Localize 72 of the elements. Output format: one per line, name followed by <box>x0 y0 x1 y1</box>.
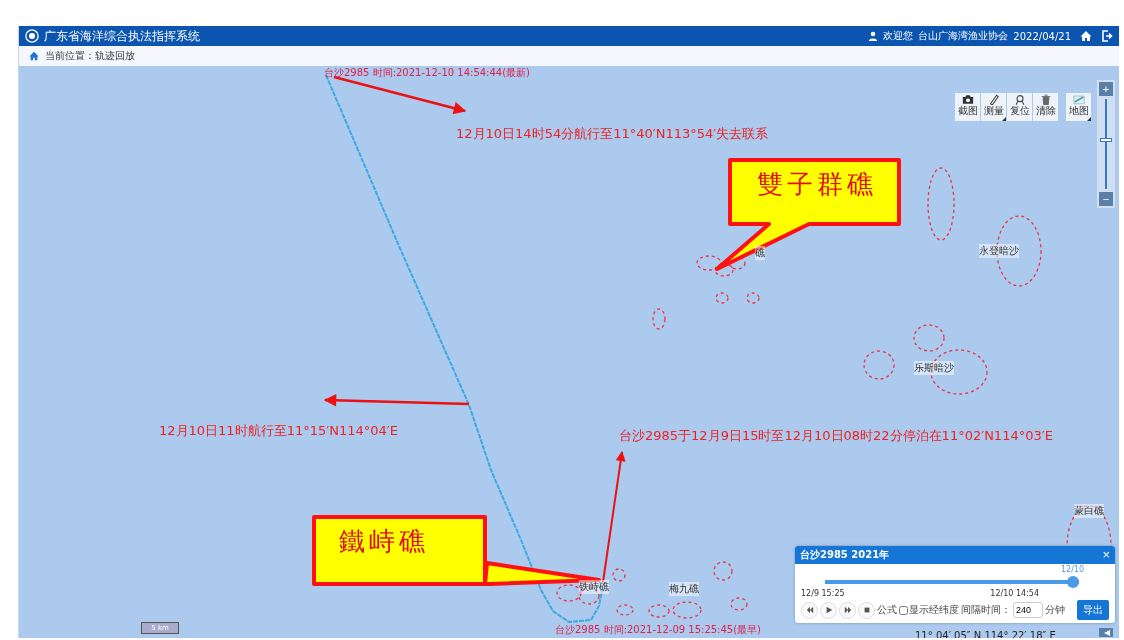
annotation-text: 12月10日11时航行至11°15′N114°04′E <box>159 422 398 440</box>
triangle-icon <box>1102 629 1110 636</box>
trash-icon <box>1039 94 1052 105</box>
camera-icon <box>961 94 974 105</box>
home-icon[interactable] <box>29 51 39 61</box>
reef-label: 蒙白礁 <box>1074 504 1104 518</box>
pin-icon <box>1013 94 1026 105</box>
fast-forward-icon <box>843 606 852 614</box>
close-button[interactable]: × <box>1102 549 1110 561</box>
clear-tool-button[interactable]: 清除 <box>1033 93 1058 121</box>
ruler-icon <box>987 94 1000 105</box>
measure-tool-button[interactable]: 测量 <box>981 93 1006 121</box>
map-icon <box>1072 94 1085 105</box>
annotation-text: 台沙2985于12月9日15时至12月10日08时22分停泊在11°02′N114°03′E <box>619 427 1053 445</box>
reef-outline <box>672 601 702 619</box>
reef-outline <box>616 604 634 616</box>
reef-outline <box>652 308 666 330</box>
reef-label: 礁 <box>755 246 765 260</box>
timeline-thumb[interactable] <box>1067 576 1079 588</box>
annotation-text: 12月10日14时54分航行至11°40′N113°54′失去联系 <box>456 125 769 143</box>
app-title: 广东省海洋综合执法指挥系统 <box>44 27 200 45</box>
reef-outline <box>648 604 670 618</box>
breadcrumb-text: 当前位置：轨迹回放 <box>45 49 135 63</box>
stop-icon <box>862 606 871 614</box>
reef-label: 永登暗沙 <box>979 244 1019 258</box>
welcome-text: 欢迎您 <box>883 29 914 43</box>
reef-outline <box>714 263 734 277</box>
user-icon <box>868 31 879 41</box>
reef-outline <box>696 255 722 271</box>
rewind-icon <box>805 606 814 614</box>
panel-title: 台沙2985 2021年 <box>800 548 890 562</box>
zoom-slider[interactable] <box>1100 99 1112 189</box>
callout-text: 鐵峙礁 <box>339 525 429 558</box>
basemap-button[interactable]: 地图 <box>1066 93 1091 121</box>
stop-button[interactable] <box>858 601 875 619</box>
checkbox-label: 显示经纬度 <box>909 603 959 617</box>
track-point-label: 台沙2985 时间:2021-12-10 14:54:44(最新) <box>324 66 530 80</box>
date-text: 2022/04/21 <box>1013 30 1071 42</box>
interval-label: 间隔时间： <box>961 603 1011 617</box>
coordinates-checkbox[interactable] <box>899 605 908 615</box>
home-icon[interactable] <box>1080 30 1092 42</box>
emblem-icon <box>25 29 39 43</box>
rewind-button[interactable] <box>801 601 818 619</box>
zoom-slider-thumb[interactable] <box>1100 137 1112 142</box>
reset-tool-button[interactable]: 复位 <box>1007 93 1032 121</box>
reef-label: 梅九礁 <box>669 582 699 596</box>
logout-icon[interactable] <box>1101 30 1113 42</box>
reef-outline <box>730 597 748 611</box>
unit-label: 分钟 <box>1045 603 1065 617</box>
collapse-button[interactable] <box>1099 628 1113 637</box>
forward-button[interactable] <box>839 601 856 619</box>
reef-outline <box>713 561 733 581</box>
play-icon <box>824 606 833 614</box>
interval-input[interactable]: 240 <box>1013 602 1043 618</box>
reef-label: 铁峙礁 <box>579 580 609 594</box>
reef-outline <box>715 292 729 304</box>
zoom-in-button[interactable]: + <box>1099 82 1113 96</box>
thumb-label: 12/10 <box>1061 565 1085 575</box>
reef-outline <box>746 292 760 304</box>
reef-outline <box>863 350 895 380</box>
export-button[interactable]: 导出 <box>1077 600 1109 620</box>
reef-outline <box>612 568 626 582</box>
track-point-label: 台沙2985 时间:2021-12-09 15:25:45(最早) <box>555 624 761 635</box>
zoom-out-button[interactable]: − <box>1099 192 1113 206</box>
end-time: 12/10 14:54 <box>990 589 1039 598</box>
screenshot-tool-button[interactable]: 截图 <box>955 93 980 121</box>
mode-label: 公式 <box>877 603 897 617</box>
play-button[interactable] <box>820 601 837 619</box>
reef-label: 乐斯暗沙 <box>914 361 954 375</box>
callout-text: 雙子群礁 <box>757 168 877 201</box>
organization-name: 台山广海湾渔业协会 <box>918 29 1009 43</box>
start-time: 12/9 15:25 <box>801 589 845 598</box>
